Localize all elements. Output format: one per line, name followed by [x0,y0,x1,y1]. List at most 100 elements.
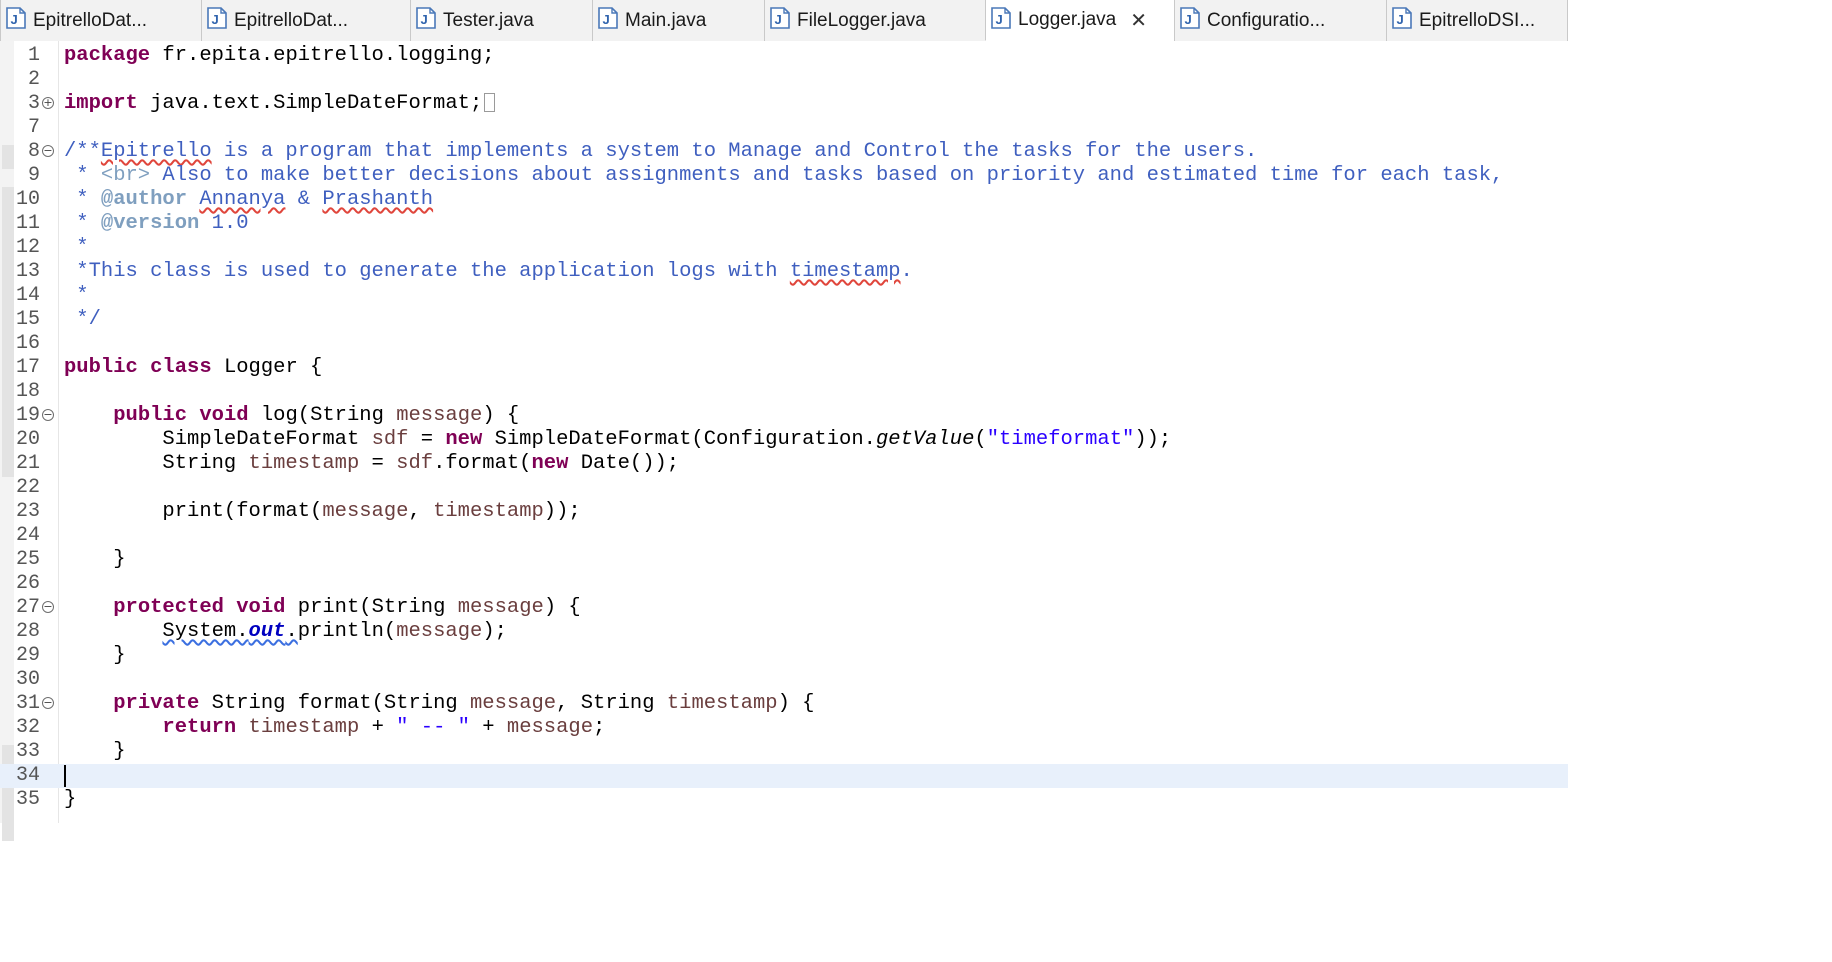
tab-epitrellodsi[interactable]: J EpitrelloDSI... [1386,0,1568,41]
tab-label: EpitrelloDat... [234,9,349,31]
code-line[interactable]: 32 return timestamp + " -- " + message; [0,716,1568,740]
code-line[interactable]: 1 package fr.epita.epitrello.logging; [0,44,1568,68]
code-editor[interactable]: 1 package fr.epita.epitrello.logging; 2 3 + i… [0,41,1568,841]
code-token: Annanya [199,188,286,211]
close-icon[interactable]: ✕ [1130,8,1147,33]
code-text: print(format(message, timestamp)); [64,500,580,524]
code-text: } [64,740,126,764]
collapse-fold-icon[interactable]: − [42,409,54,421]
code-text: * <br> Also to make better decisions abo… [64,164,1503,188]
code-line[interactable]: 2 [0,68,1568,92]
code-token: Epitrello [100,140,212,163]
code-token: return [162,716,237,739]
code-token: print(format( [64,500,323,523]
code-token: out [248,620,286,643]
line-number: 13 [15,260,40,283]
code-token: Prashanth [322,188,434,211]
code-line[interactable]: 13 *This class is used to generate the a… [0,260,1568,284]
code-token: timestamp [248,452,360,475]
code-text: */ [64,308,101,332]
collapse-fold-icon[interactable]: − [42,601,54,613]
code-line[interactable]: 16 [0,332,1568,356]
line-number: 15 [15,308,40,331]
line-number: 34 [15,764,40,787]
code-line[interactable]: 20 SimpleDateFormat sdf = new SimpleDate… [0,428,1568,452]
tab-configuratio[interactable]: J Configuratio... [1174,0,1387,41]
code-line[interactable]: 21 String timestamp = sdf.format(new Dat… [0,452,1568,476]
line-number: 18 [15,380,40,403]
collapse-fold-icon[interactable]: − [42,145,54,157]
svg-text:J: J [1397,12,1404,27]
code-token: , [408,500,434,523]
java-file-icon: J [206,6,228,35]
code-line[interactable]: 12 * [0,236,1568,260]
code-line[interactable]: 3 + import java.text.SimpleDateFormat; [0,92,1568,116]
collapsed-imports-icon[interactable] [484,93,496,112]
code-line[interactable]: 15 */ [0,308,1568,332]
code-line[interactable]: 18 [0,380,1568,404]
code-line[interactable]: 14 * [0,284,1568,308]
code-line[interactable]: 7 [0,116,1568,140]
code-text: return timestamp + " -- " + message; [64,716,605,740]
code-line[interactable]: 29 } [0,644,1568,668]
code-token: sdf [396,452,434,475]
code-token: } [64,740,126,763]
code-token: */ [64,308,101,331]
code-token: message [506,716,594,739]
code-text: } [64,548,125,572]
expand-fold-icon[interactable]: + [42,97,54,109]
code-line[interactable]: 28 System.out.println(message); [0,620,1568,644]
code-token: print(String [285,596,458,619]
code-line[interactable]: 22 [0,476,1568,500]
code-line[interactable]: 9 * <br> Also to make better decisions a… [0,164,1568,188]
line-number: 8 [27,140,40,163]
tab-label: EpitrelloDat... [33,9,148,31]
code-line[interactable]: 24 [0,524,1568,548]
tab-epitrellodat[interactable]: J EpitrelloDat... [201,0,411,41]
code-token: @author [100,188,188,211]
tab-epitrellodat[interactable]: J EpitrelloDat... [0,0,202,41]
code-token: ) { [543,596,581,619]
code-token: protected [113,596,224,619]
code-token: println( [297,620,397,643]
tab-filelogger-java[interactable]: J FileLogger.java [764,0,986,41]
line-number: 9 [27,164,40,187]
code-line[interactable]: 23 print(format(message, timestamp)); [0,500,1568,524]
code-line[interactable]: 31− private String format(String message… [0,692,1568,716]
code-line[interactable]: 25 } [0,548,1568,572]
editor-tab-bar: J EpitrelloDat... J EpitrelloDat... J Tester.… [0,0,1568,41]
code-text: package fr.epita.epitrello.logging; [64,44,495,68]
code-line[interactable]: 19− public void log(String message) { [0,404,1568,428]
line-number: 7 [27,116,40,139]
code-line[interactable]: 17 public class Logger { [0,356,1568,380]
code-line[interactable]: 10 * @author Annanya & Prashanth [0,188,1568,212]
collapse-fold-icon[interactable]: − [42,697,54,709]
line-number: 1 [27,44,40,67]
java-file-icon: J [597,6,619,35]
code-line[interactable]: 27− protected void print(String message)… [0,596,1568,620]
code-token: Date()); [568,452,680,475]
code-line[interactable]: 30 [0,668,1568,692]
code-text: * @version 1.0 [64,212,248,236]
line-number: 20 [15,428,40,451]
line-number: 17 [15,356,40,379]
code-line[interactable]: 35} [0,788,1568,812]
code-line[interactable]: 8−/**Epitrello is a program that impleme… [0,140,1568,164]
code-token: , String [556,692,667,715]
code-line[interactable]: 26 [0,572,1568,596]
tab-main-java[interactable]: J Main.java [592,0,765,41]
tab-tester-java[interactable]: J Tester.java [410,0,593,41]
code-token: public [113,404,188,427]
code-line[interactable]: 34 [0,764,1568,788]
line-number: 3 [27,92,40,115]
tab-label: Logger.java [1018,9,1117,30]
code-text: protected void print(String message) { [64,596,581,620]
line-number: 23 [15,500,40,523]
tab-logger-java[interactable]: J Logger.java ✕ [985,0,1175,41]
code-line[interactable]: 33 } [0,740,1568,764]
code-line[interactable]: 11 * @version 1.0 [0,212,1568,236]
